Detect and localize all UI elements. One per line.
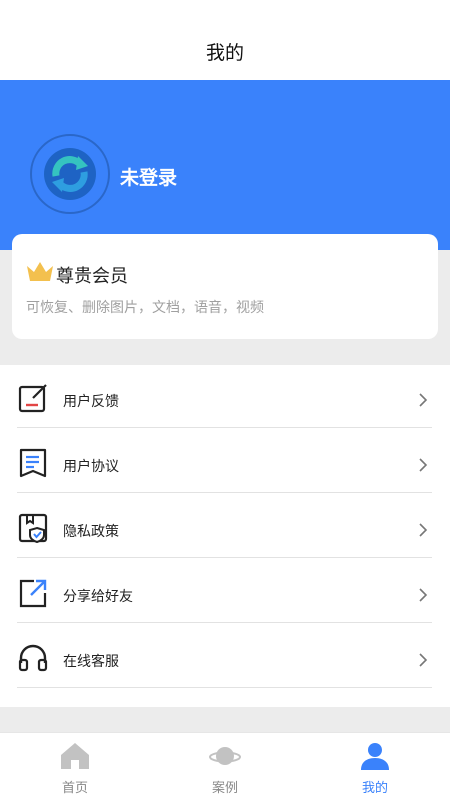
top-bar: 我的 (0, 0, 450, 80)
tab-label: 首页 (61, 781, 88, 796)
user-icon (361, 743, 389, 770)
vip-title: 尊贵会员 (56, 266, 128, 287)
chevron-right-icon (419, 393, 428, 407)
agreement-document-icon (19, 448, 47, 478)
chevron-right-icon (419, 588, 428, 602)
headset-icon (18, 644, 48, 672)
menu-item-label: 在线客服 (63, 654, 119, 670)
feedback-edit-icon (18, 384, 47, 413)
avatar[interactable] (30, 134, 110, 214)
tab-label: 我的 (361, 781, 388, 796)
privacy-shield-icon (18, 513, 48, 544)
planet-icon (209, 747, 241, 765)
share-arrow-icon (19, 579, 47, 608)
tab-label: 案例 (211, 781, 238, 796)
menu-item-privacy[interactable]: 隐私政策 (17, 500, 432, 558)
bottom-tab-bar: 首页 案例 我的 (0, 732, 450, 800)
refresh-logo-icon (44, 148, 96, 200)
chevron-right-icon (419, 458, 428, 472)
page-title: 我的 (205, 42, 244, 64)
menu-item-label: 用户反馈 (63, 394, 119, 410)
menu-item-share[interactable]: 分享给好友 (17, 565, 432, 623)
settings-menu: 用户反馈 用户协议 隐私政策 分享给好友 在线客服 (0, 365, 450, 707)
chevron-right-icon (419, 523, 428, 537)
menu-item-customer-service[interactable]: 在线客服 (17, 630, 432, 688)
menu-item-agreement[interactable]: 用户协议 (17, 435, 432, 493)
tab-home[interactable]: 首页 (0, 733, 150, 800)
home-icon (61, 743, 89, 769)
crown-icon (27, 262, 53, 281)
vip-card[interactable]: 尊贵会员 可恢复、删除图片，文档，语音，视频 (12, 234, 438, 339)
menu-item-feedback[interactable]: 用户反馈 (17, 370, 432, 428)
tab-mine[interactable]: 我的 (300, 733, 450, 800)
login-status[interactable]: 未登录 (120, 163, 177, 190)
chevron-right-icon (419, 653, 428, 667)
tab-cases[interactable]: 案例 (150, 733, 300, 800)
vip-subtitle: 可恢复、删除图片，文档，语音，视频 (26, 300, 264, 316)
menu-item-label: 分享给好友 (63, 589, 133, 605)
menu-item-label: 用户协议 (63, 459, 119, 475)
menu-item-label: 隐私政策 (63, 524, 119, 540)
